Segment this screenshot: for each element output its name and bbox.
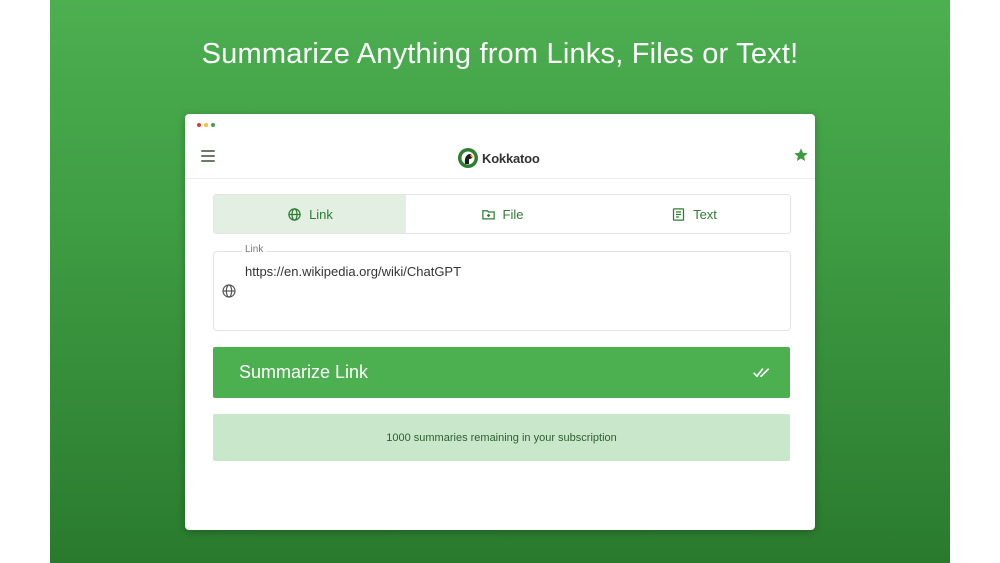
tab-text[interactable]: Text: [598, 195, 790, 233]
menu-icon[interactable]: [201, 150, 215, 162]
folder-plus-icon: [481, 209, 495, 219]
double-check-icon: [753, 368, 770, 378]
tab-link-label: Link: [309, 206, 333, 222]
maximize-dot[interactable]: [211, 123, 215, 127]
tab-text-label: Text: [693, 206, 717, 222]
app-window: Kokkatoo Link File Text Link https://en.…: [185, 114, 815, 530]
star-icon[interactable]: [793, 147, 809, 163]
logo-text: Kokkatoo: [482, 150, 540, 166]
tab-link[interactable]: Link: [214, 195, 406, 233]
source-tabs: Link File Text: [213, 194, 791, 234]
status-text: 1000 summaries remaining in your subscri…: [386, 431, 617, 444]
parrot-logo-icon: [458, 148, 478, 168]
link-field[interactable]: Link https://en.wikipedia.org/wiki/ChatG…: [213, 244, 791, 331]
summarize-button-label: Summarize Link: [239, 362, 369, 382]
minimize-dot[interactable]: [204, 123, 208, 127]
globe-icon: [288, 207, 301, 221]
window-controls: [197, 123, 215, 127]
tab-file-label: File: [502, 206, 524, 222]
promo-banner: Summarize Anything from Links, Files or …: [50, 0, 950, 563]
headline: Summarize Anything from Links, Files or …: [201, 38, 799, 70]
link-input[interactable]: https://en.wikipedia.org/wiki/ChatGPT: [245, 264, 461, 279]
globe-icon: [222, 284, 236, 298]
document-icon: [672, 207, 685, 221]
summarize-link-button[interactable]: Summarize Link: [213, 347, 790, 398]
logo: Kokkatoo: [457, 147, 540, 169]
tab-file[interactable]: File: [406, 195, 598, 233]
close-dot[interactable]: [197, 123, 201, 127]
subscription-status: 1000 summaries remaining in your subscri…: [213, 414, 790, 461]
app-header: Kokkatoo: [185, 136, 815, 179]
link-field-label: Link: [242, 244, 267, 255]
